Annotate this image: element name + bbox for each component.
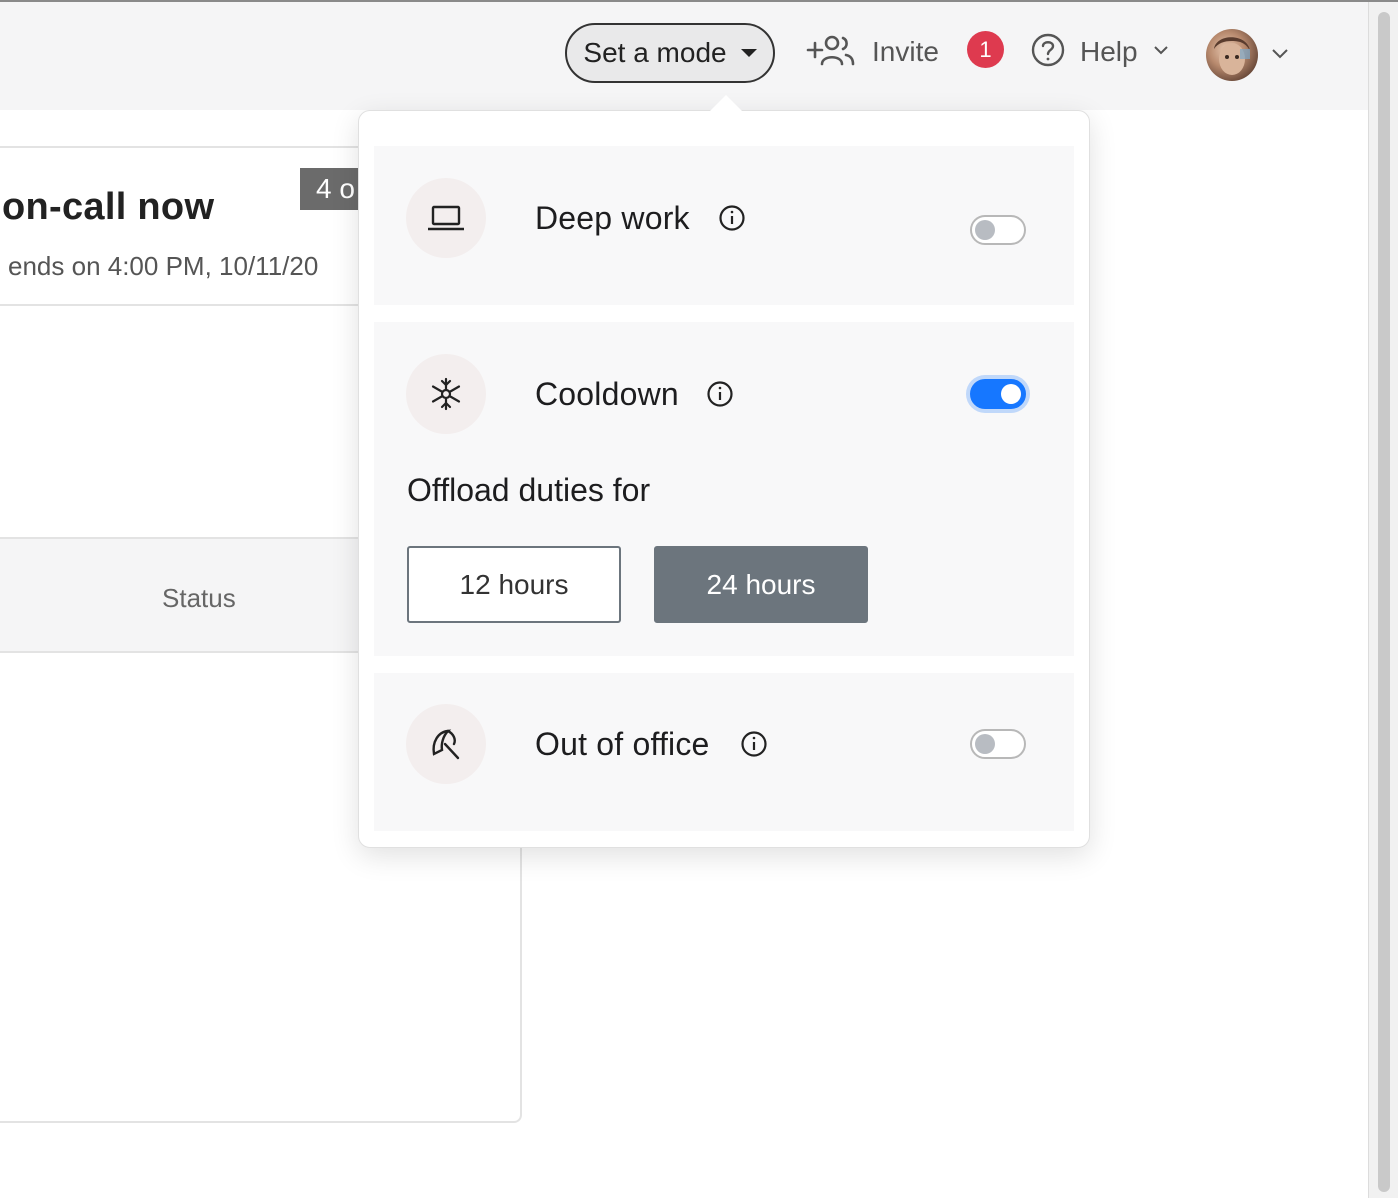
invite-button[interactable]: Invite: [806, 30, 939, 74]
laptop-icon: [406, 178, 486, 258]
out-of-office-info-icon[interactable]: [740, 730, 768, 758]
on-call-title: on-call now: [2, 186, 215, 228]
duration-12-hours-button[interactable]: 12 hours: [407, 546, 621, 623]
toggle-knob: [975, 220, 995, 240]
umbrella-icon: [406, 704, 486, 784]
out-of-office-toggle[interactable]: [970, 729, 1026, 759]
notification-badge[interactable]: 1: [967, 31, 1004, 68]
duration-24-hours-button[interactable]: 24 hours: [654, 546, 868, 623]
deep-work-toggle[interactable]: [970, 215, 1026, 245]
popover-arrow: [710, 95, 742, 111]
scrollbar-thumb[interactable]: [1378, 12, 1390, 1192]
on-call-subtitle: ends on 4:00 PM, 10/11/20: [8, 251, 319, 281]
deep-work-label: Deep work: [535, 200, 690, 236]
cooldown-info-icon[interactable]: [706, 380, 734, 408]
add-user-icon: [806, 34, 856, 71]
status-column-header[interactable]: Status: [162, 583, 236, 614]
deep-work-info-icon[interactable]: [718, 204, 746, 232]
set-mode-button[interactable]: Set a mode: [565, 23, 775, 83]
caret-down-icon: [740, 49, 757, 57]
toggle-knob: [1001, 384, 1021, 404]
snowflake-icon: [406, 354, 486, 434]
help-menu-button[interactable]: Help: [1030, 30, 1170, 74]
out-of-office-label: Out of office: [535, 726, 710, 762]
set-mode-label: Set a mode: [583, 37, 727, 68]
cooldown-toggle[interactable]: [970, 379, 1026, 409]
offload-duties-label: Offload duties for: [407, 472, 651, 508]
avatar-chevron-down-icon[interactable]: [1270, 46, 1290, 64]
help-label: Help: [1080, 36, 1138, 67]
invite-label: Invite: [872, 36, 939, 67]
user-avatar[interactable]: [1206, 29, 1258, 81]
cooldown-label: Cooldown: [535, 376, 679, 412]
chevron-down-icon: [1152, 43, 1170, 61]
question-circle-icon: [1030, 32, 1066, 73]
toggle-knob: [975, 734, 995, 754]
